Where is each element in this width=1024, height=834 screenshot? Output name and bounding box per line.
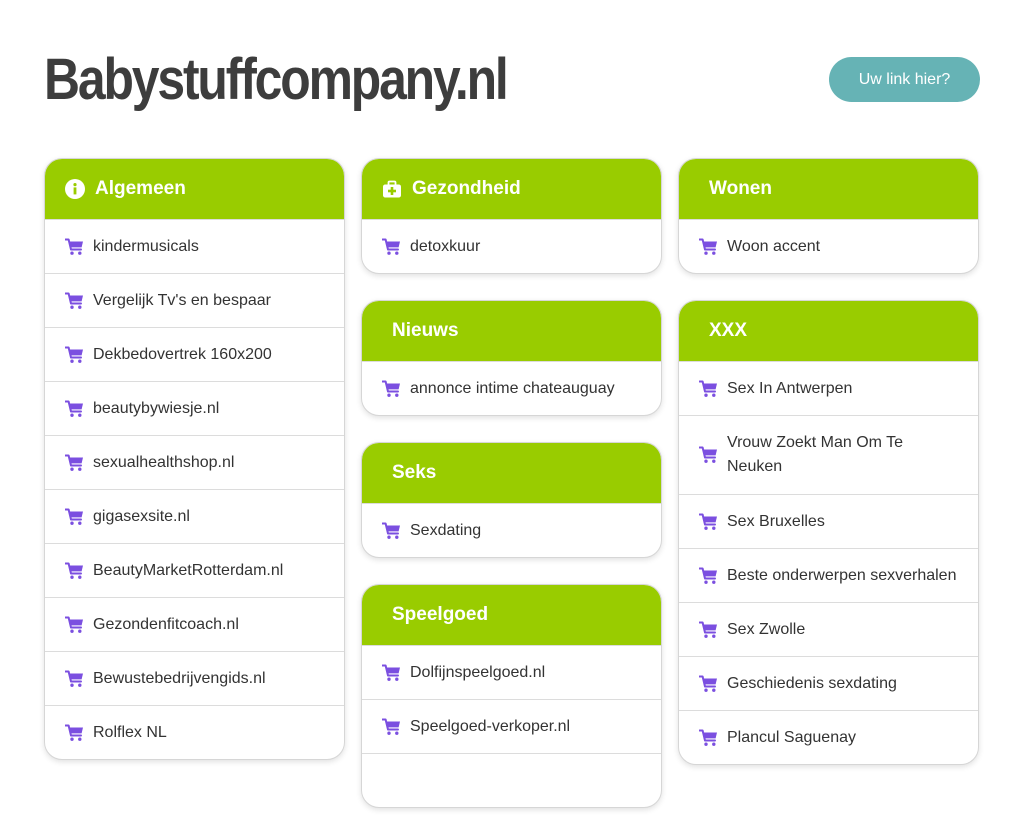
- category-card-xxx: XXX Sex In Antwerpen Vrouw Zoekt Man Om …: [678, 300, 979, 765]
- link-item[interactable]: Sex Zwolle: [679, 602, 978, 656]
- link-label[interactable]: Rolflex NL: [93, 724, 167, 742]
- shopping-cart-icon: [64, 508, 84, 526]
- shopping-cart-icon: [381, 664, 401, 682]
- shopping-cart-icon: [698, 621, 718, 639]
- link-label[interactable]: gigasexsite.nl: [93, 508, 190, 526]
- link-label[interactable]: beautybywiesje.nl: [93, 400, 219, 418]
- link-item[interactable]: annonce intime chateauguay: [362, 361, 661, 415]
- card-title: Nieuws: [392, 320, 459, 341]
- shopping-cart-icon: [698, 380, 718, 398]
- shopping-cart-icon: [698, 729, 718, 747]
- link-item[interactable]: gigasexsite.nl: [45, 489, 344, 543]
- column-right: Wonen Woon accent XXX Sex In Antwerpen V…: [678, 158, 979, 791]
- link-item[interactable]: [362, 753, 661, 807]
- shopping-cart-icon: [64, 670, 84, 688]
- link-label[interactable]: Sexdating: [410, 522, 481, 540]
- shopping-cart-icon: [64, 346, 84, 364]
- link-item[interactable]: kindermusicals: [45, 219, 344, 273]
- card-header: Speelgoed: [362, 585, 661, 645]
- link-item[interactable]: Rolflex NL: [45, 705, 344, 759]
- shopping-cart-icon: [698, 675, 718, 693]
- link-item[interactable]: BeautyMarketRotterdam.nl: [45, 543, 344, 597]
- category-card-nieuws: Nieuws annonce intime chateauguay: [361, 300, 662, 416]
- link-label[interactable]: kindermusicals: [93, 238, 199, 256]
- shopping-cart-icon: [381, 238, 401, 256]
- link-item[interactable]: Gezondenfitcoach.nl: [45, 597, 344, 651]
- shopping-cart-icon: [64, 562, 84, 580]
- card-title: XXX: [709, 320, 748, 341]
- link-label[interactable]: Geschiedenis sexdating: [727, 675, 897, 693]
- link-label[interactable]: Dolfijnspeelgoed.nl: [410, 664, 545, 682]
- card-title: Seks: [392, 462, 437, 483]
- site-title[interactable]: Babystuffcompany.nl: [44, 44, 509, 116]
- shopping-cart-icon: [64, 616, 84, 634]
- link-item[interactable]: Dekbedovertrek 160x200: [45, 327, 344, 381]
- link-label[interactable]: Beste onderwerpen sexverhalen: [727, 567, 956, 585]
- shopping-cart-icon: [698, 513, 718, 531]
- link-item[interactable]: Plancul Saguenay: [679, 710, 978, 764]
- shopping-cart-icon: [64, 454, 84, 472]
- card-title: Gezondheid: [412, 178, 521, 199]
- link-item[interactable]: beautybywiesje.nl: [45, 381, 344, 435]
- link-label[interactable]: sexualhealthshop.nl: [93, 454, 234, 472]
- shopping-cart-icon: [381, 718, 401, 736]
- link-item[interactable]: Dolfijnspeelgoed.nl: [362, 645, 661, 699]
- link-item[interactable]: Vergelijk Tv's en bespaar: [45, 273, 344, 327]
- link-label[interactable]: Gezondenfitcoach.nl: [93, 616, 239, 634]
- link-label[interactable]: BeautyMarketRotterdam.nl: [93, 562, 283, 580]
- card-header: XXX: [679, 301, 978, 361]
- link-item[interactable]: Vrouw Zoekt Man Om Te Neuken: [679, 415, 978, 494]
- link-label[interactable]: Sex Zwolle: [727, 621, 805, 639]
- shopping-cart-icon: [64, 724, 84, 742]
- category-card-seks: Seks Sexdating: [361, 442, 662, 558]
- link-label[interactable]: Bewustebedrijvengids.nl: [93, 670, 266, 688]
- shopping-cart-icon: [64, 238, 84, 256]
- column-left: Algemeen kindermusicals Vergelijk Tv's e…: [44, 158, 345, 786]
- link-label[interactable]: Dekbedovertrek 160x200: [93, 346, 272, 364]
- link-label[interactable]: Woon accent: [727, 238, 820, 256]
- category-card-gezondheid: Gezondheid detoxkuur: [361, 158, 662, 274]
- link-label[interactable]: annonce intime chateauguay: [410, 380, 615, 398]
- link-item[interactable]: Sexdating: [362, 503, 661, 557]
- shopping-cart-icon: [698, 238, 718, 256]
- link-item[interactable]: Bewustebedrijvengids.nl: [45, 651, 344, 705]
- link-label[interactable]: Vrouw Zoekt Man Om Te Neuken: [727, 431, 958, 479]
- shopping-cart-icon: [64, 292, 84, 310]
- card-title: Algemeen: [95, 178, 186, 199]
- link-item[interactable]: sexualhealthshop.nl: [45, 435, 344, 489]
- info-icon: [65, 179, 85, 199]
- category-card-speelgoed: Speelgoed Dolfijnspeelgoed.nl Speelgoed-…: [361, 584, 662, 808]
- page-header: Babystuffcompany.nl Uw link hier?: [0, 0, 1024, 140]
- card-header: Wonen: [679, 159, 978, 219]
- link-label[interactable]: Speelgoed-verkoper.nl: [410, 718, 570, 736]
- link-item[interactable]: Woon accent: [679, 219, 978, 273]
- link-label[interactable]: detoxkuur: [410, 238, 480, 256]
- shopping-cart-icon: [381, 522, 401, 540]
- category-card-algemeen: Algemeen kindermusicals Vergelijk Tv's e…: [44, 158, 345, 760]
- card-header: Gezondheid: [362, 159, 661, 219]
- shopping-cart-icon: [698, 446, 718, 464]
- shopping-cart-icon: [381, 380, 401, 398]
- card-title: Speelgoed: [392, 604, 489, 625]
- column-middle: Gezondheid detoxkuur Nieuws annonce inti…: [361, 158, 662, 834]
- link-item[interactable]: Geschiedenis sexdating: [679, 656, 978, 710]
- card-header: Algemeen: [45, 159, 344, 219]
- link-item[interactable]: Sex In Antwerpen: [679, 361, 978, 415]
- shopping-cart-icon: [64, 400, 84, 418]
- category-card-wonen: Wonen Woon accent: [678, 158, 979, 274]
- your-link-here-button[interactable]: Uw link hier?: [829, 57, 980, 102]
- medkit-icon: [382, 179, 402, 199]
- card-header: Nieuws: [362, 301, 661, 361]
- card-header: Seks: [362, 443, 661, 503]
- link-item[interactable]: Speelgoed-verkoper.nl: [362, 699, 661, 753]
- link-item[interactable]: Beste onderwerpen sexverhalen: [679, 548, 978, 602]
- link-label[interactable]: Plancul Saguenay: [727, 729, 856, 747]
- shopping-cart-icon: [698, 567, 718, 585]
- link-item[interactable]: detoxkuur: [362, 219, 661, 273]
- card-title: Wonen: [709, 178, 772, 199]
- link-label[interactable]: Vergelijk Tv's en bespaar: [93, 292, 271, 310]
- link-label[interactable]: Sex Bruxelles: [727, 513, 825, 531]
- link-label[interactable]: Sex In Antwerpen: [727, 380, 852, 398]
- link-item[interactable]: Sex Bruxelles: [679, 494, 978, 548]
